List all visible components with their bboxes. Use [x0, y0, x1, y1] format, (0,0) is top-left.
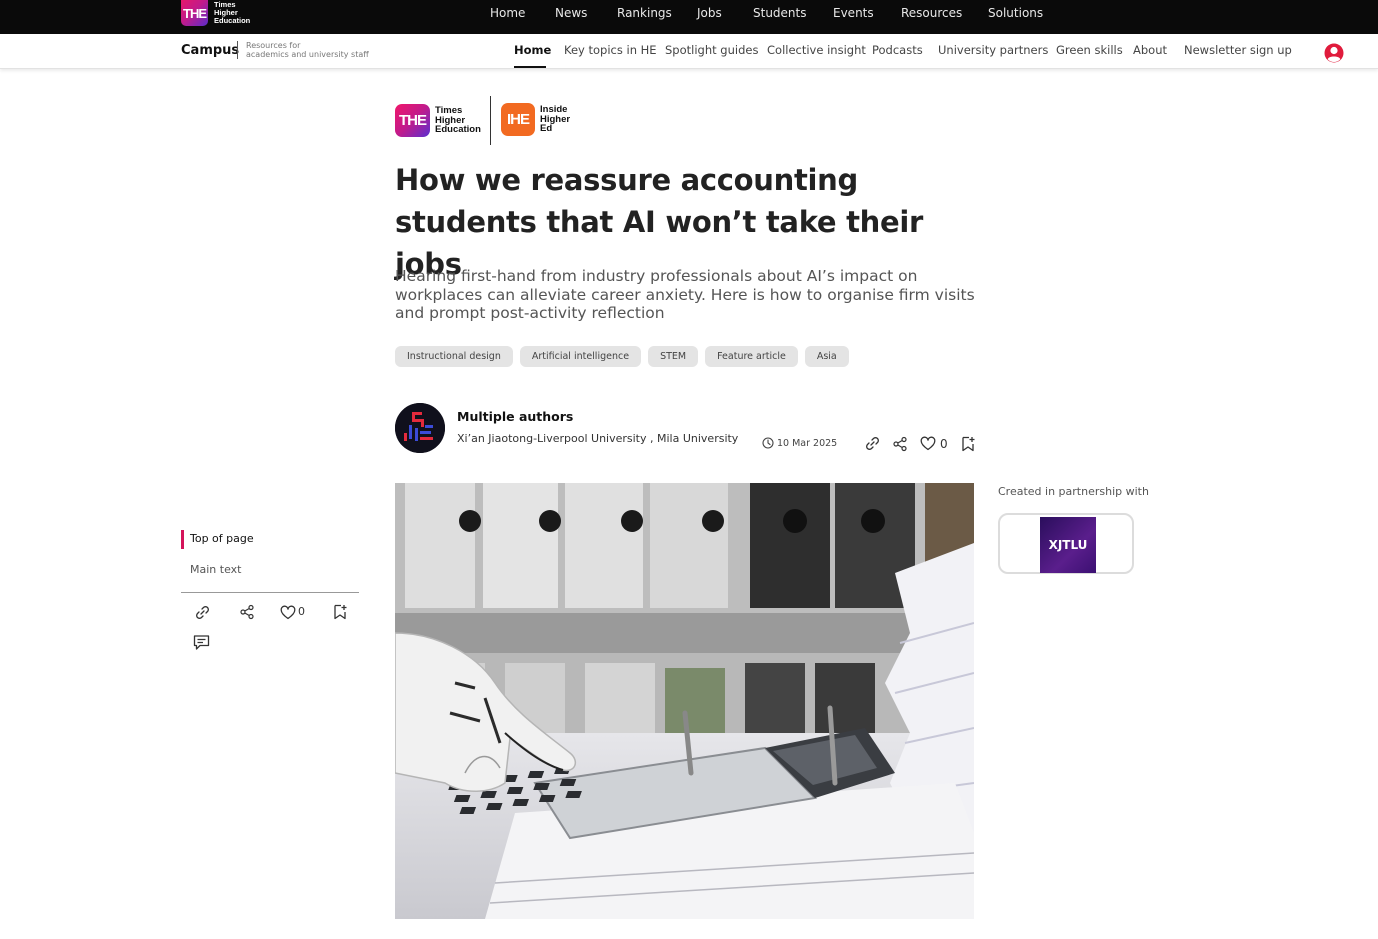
sidebar-divider — [181, 592, 359, 593]
topnav-home[interactable]: Home — [490, 6, 525, 20]
author-avatar[interactable] — [395, 403, 445, 453]
like-count: 0 — [940, 436, 948, 451]
subnav-university-partners[interactable]: University partners — [938, 43, 1048, 57]
author-avatar-graphic — [395, 403, 445, 453]
robot-calculator-illustration — [395, 483, 974, 919]
campus-divider — [237, 41, 238, 59]
the-partner-badge: THE — [395, 104, 430, 137]
article-tags: Instructional design Artificial intellig… — [395, 346, 849, 367]
campus-navigation-bar: Campus Resources for academics and unive… — [0, 34, 1378, 69]
share-icon[interactable] — [892, 436, 908, 452]
subnav-home[interactable]: Home — [514, 43, 551, 57]
top-navigation-bar: THE Times Higher Education Home News Ran… — [0, 0, 1378, 34]
article-actions: 0 — [864, 435, 975, 452]
toc-item-main-text[interactable]: Main text — [190, 563, 241, 576]
ihe-partner-badge: IHE — [501, 103, 535, 136]
topnav-resources[interactable]: Resources — [901, 6, 962, 20]
topnav-events[interactable]: Events — [833, 6, 874, 20]
topnav-solutions[interactable]: Solutions — [988, 6, 1043, 20]
topnav-news[interactable]: News — [555, 6, 587, 20]
subnav-spotlight-guides[interactable]: Spotlight guides — [665, 43, 758, 57]
article-standfirst: Hearing first-hand from industry profess… — [395, 267, 975, 322]
article-hero-image — [395, 483, 974, 919]
publish-date: 10 Mar 2025 — [762, 437, 837, 449]
caption-line: Ed — [540, 123, 553, 135]
subnav-newsletter[interactable]: Newsletter sign up — [1184, 43, 1292, 57]
sidebar-like-count: 0 — [298, 605, 305, 618]
campus-title[interactable]: Campus — [181, 43, 239, 58]
subnav-podcasts[interactable]: Podcasts — [872, 43, 923, 57]
tag-chip[interactable]: Artificial intelligence — [519, 346, 642, 367]
subnav-key-topics[interactable]: Key topics in HE — [564, 43, 657, 57]
toc-item-top-of-page[interactable]: Top of page — [190, 532, 254, 545]
date-text: 10 Mar 2025 — [777, 437, 838, 449]
the-partner-logo: THE Times Higher Education — [395, 104, 481, 137]
subnav-collective-insight[interactable]: Collective insight — [767, 43, 866, 57]
user-icon[interactable] — [1324, 43, 1344, 63]
tag-chip[interactable]: Asia — [804, 346, 849, 367]
tag-chip[interactable]: STEM — [648, 346, 699, 367]
ihe-partner-logo: IHE Inside Higher Ed — [501, 103, 570, 136]
campus-subtitle-line: Resources for — [246, 41, 301, 50]
tag-chip[interactable]: Instructional design — [395, 346, 513, 367]
share-icon[interactable] — [239, 604, 255, 620]
topnav-jobs[interactable]: Jobs — [697, 6, 722, 20]
partner-card[interactable]: XJTLU — [998, 513, 1134, 574]
author-name[interactable]: Multiple authors — [457, 409, 573, 424]
the-logo-text: Times Higher Education — [214, 1, 250, 25]
caption-line: Education — [435, 124, 481, 136]
heart-icon[interactable] — [280, 605, 296, 620]
link-icon[interactable] — [864, 435, 881, 452]
topnav-rankings[interactable]: Rankings — [617, 6, 672, 20]
the-logo[interactable]: THE Times Higher Education — [181, 0, 250, 26]
author-affiliation: Xi’an Jiaotong-Liverpool University , Mi… — [457, 432, 739, 445]
clock-icon — [762, 437, 774, 449]
toc-active-indicator — [181, 530, 184, 549]
bookmark-add-icon[interactable] — [961, 436, 975, 452]
comment-icon[interactable] — [193, 634, 210, 651]
campus-subtitle: Resources for academics and university s… — [246, 41, 369, 59]
campus-subtitle-line: academics and university staff — [246, 50, 369, 59]
sidebar-actions: 0 — [181, 603, 359, 663]
brand-line: Education — [214, 16, 251, 25]
subnav-green-skills[interactable]: Green skills — [1056, 43, 1123, 57]
heart-icon[interactable] — [920, 436, 936, 451]
active-tab-underline — [514, 66, 546, 68]
topnav-students[interactable]: Students — [753, 6, 807, 20]
subnav-about[interactable]: About — [1133, 43, 1167, 57]
link-icon[interactable] — [194, 604, 211, 621]
partnership-label: Created in partnership with — [998, 485, 1149, 498]
tag-chip[interactable]: Feature article — [705, 346, 798, 367]
the-logo-badge: THE — [181, 0, 208, 26]
the-partner-caption: Times Higher Education — [435, 106, 481, 135]
partner-logo-xjtlu: XJTLU — [1040, 517, 1096, 573]
logo-divider — [490, 96, 491, 145]
bookmark-add-icon[interactable] — [333, 604, 347, 620]
ihe-partner-caption: Inside Higher Ed — [540, 105, 570, 134]
